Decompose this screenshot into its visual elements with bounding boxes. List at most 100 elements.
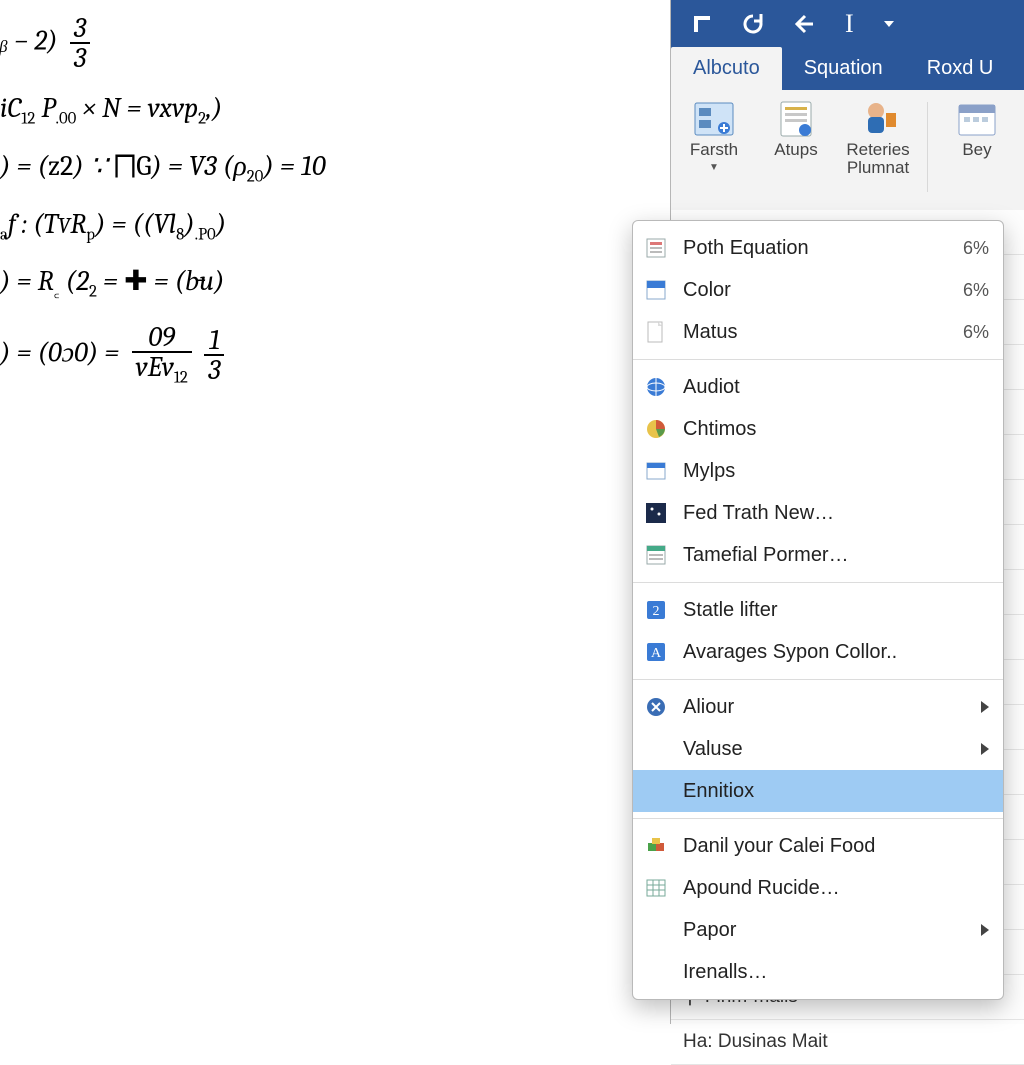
menu-label: Tamefial Pormer… <box>683 544 989 567</box>
equation-line: iC12 P.00 × N = vxvp2,) <box>0 92 326 130</box>
pin-icon[interactable] <box>691 13 713 35</box>
menu-label: Audiot <box>683 376 989 399</box>
quick-access-toolbar: I <box>671 0 1024 48</box>
group-separator <box>927 102 928 192</box>
menu-item-matus[interactable]: Matus 6% <box>633 311 1003 353</box>
menu-item-mylps[interactable]: Mylps <box>633 450 1003 492</box>
menu-label: Fed Trath New… <box>683 502 989 525</box>
blank-icon <box>643 736 669 762</box>
menu-item-valuse[interactable]: Valuse <box>633 728 1003 770</box>
menu-item-chtimos[interactable]: Chtimos <box>633 408 1003 450</box>
ribbon-label: Bey <box>962 140 991 160</box>
menu-label: Danil your Calei Food <box>683 835 989 858</box>
menu-item-avarages-sypon[interactable]: A Avarages Sypon Collor.. <box>633 631 1003 673</box>
menu-label: Aliour <box>683 696 967 719</box>
menu-item-color[interactable]: Color 6% <box>633 269 1003 311</box>
ribbon-sublabel: Plumnat <box>847 158 909 178</box>
menu-item-audiot[interactable]: Audiot <box>633 366 1003 408</box>
tab-squation[interactable]: Squation <box>782 47 905 90</box>
menu-label: Poth Equation <box>683 237 949 260</box>
tab-albcuto[interactable]: Albcuto <box>671 47 782 90</box>
menu-item-fed-trath-new[interactable]: Fed Trath New… <box>633 492 1003 534</box>
submenu-arrow-icon <box>981 701 989 713</box>
svg-text:2: 2 <box>653 604 660 619</box>
context-menu: Poth Equation 6% Color 6% Matus 6% Audio… <box>632 220 1004 1000</box>
ribbon-btn-bey[interactable]: Bey <box>940 98 1014 160</box>
equation-line: ᵦ − 2) 33 <box>0 14 326 72</box>
gallery-icon <box>690 98 738 140</box>
equation-block: ᵦ − 2) 33 iC12 P.00 × N = vxvp2,) ) = (z… <box>0 0 326 407</box>
menu-aux: 6% <box>963 322 989 343</box>
ribbon-tabs: Albcuto Squation Roxd U <box>671 48 1024 90</box>
ribbon-btn-reteries[interactable]: Reteries Plumnat <box>841 98 915 178</box>
menu-label: Avarages Sypon Collor.. <box>683 641 989 664</box>
blank-icon <box>643 778 669 804</box>
equation-line: ) = R꜀ (22 = ✚ = (b̵u) <box>0 265 326 303</box>
menu-label: Ennitiox <box>683 780 989 803</box>
menu-item-ennitiox[interactable]: Ennitiox <box>633 770 1003 812</box>
equation-line: af : (TVRp) = ((Vl8).P0) <box>0 208 326 246</box>
puzzle-icon <box>643 833 669 859</box>
equation-line: ) = (z2) ∵ ⨅G) = V3 (ρ20) = 10 <box>0 150 326 188</box>
menu-label: Irenalls… <box>683 961 989 984</box>
menu-item-irenalls[interactable]: Irenalls… <box>633 951 1003 993</box>
menu-item-poth-equation[interactable]: Poth Equation 6% <box>633 227 1003 269</box>
menu-label: Statle lifter <box>683 599 989 622</box>
ribbon-label: Atups <box>774 140 817 160</box>
menu-label: Mylps <box>683 460 989 483</box>
table-icon <box>643 875 669 901</box>
blank-icon <box>643 959 669 985</box>
svg-text:A: A <box>651 646 662 661</box>
chevron-down-icon: ▼ <box>709 162 719 173</box>
document-canvas[interactable]: ᵦ − 2) 33 iC12 P.00 × N = vxvp2,) ) = (z… <box>0 0 670 1024</box>
ribbon-btn-farsth[interactable]: Farsth ▼ <box>677 98 751 173</box>
menu-label: Apound Rucide… <box>683 877 989 900</box>
person-icon <box>854 98 902 140</box>
ribbon-label: Reteries <box>846 140 909 160</box>
page-icon <box>772 98 820 140</box>
submenu-arrow-icon <box>981 924 989 936</box>
calendar-icon <box>953 98 1001 140</box>
ribbon-groups: Farsth ▼ Atups Reteries Plumnat Bey <box>671 90 1024 219</box>
night-icon <box>643 500 669 526</box>
ribbon-label: Farsth <box>690 140 738 160</box>
gearX-icon <box>643 694 669 720</box>
back-icon[interactable] <box>793 12 817 36</box>
menu-item-danil[interactable]: Danil your Calei Food <box>633 825 1003 867</box>
doc-icon <box>643 319 669 345</box>
menu-item-tamefial-pormer[interactable]: Tamefial Pormer… <box>633 534 1003 576</box>
letterA-icon: A <box>643 639 669 665</box>
sheet-icon <box>643 235 669 261</box>
menu-aux: 6% <box>963 238 989 259</box>
menu-separator <box>633 818 1003 819</box>
menu-item-aliour[interactable]: Aliour <box>633 686 1003 728</box>
menu-separator <box>633 582 1003 583</box>
menu-item-apound-rucide[interactable]: Apound Rucide… <box>633 867 1003 909</box>
menu-label: Color <box>683 279 949 302</box>
color-icon <box>643 277 669 303</box>
menu-separator <box>633 679 1003 680</box>
window-icon <box>643 458 669 484</box>
blank-icon <box>643 917 669 943</box>
refresh-icon[interactable] <box>741 12 765 36</box>
cursor-icon[interactable]: I <box>845 9 854 39</box>
panel-row[interactable]: Ha: Dusinas Mait <box>671 1020 1024 1065</box>
menu-label: Matus <box>683 321 949 344</box>
num2-icon: 2 <box>643 597 669 623</box>
menu-separator <box>633 359 1003 360</box>
ribbon: I Albcuto Squation Roxd U Farsth ▼ Atups… <box>670 0 1024 210</box>
list-icon <box>643 542 669 568</box>
menu-item-statle-lifter[interactable]: 2 Statle lifter <box>633 589 1003 631</box>
menu-aux: 6% <box>963 280 989 301</box>
ribbon-btn-atups[interactable]: Atups <box>759 98 833 160</box>
menu-item-papor[interactable]: Papor <box>633 909 1003 951</box>
submenu-arrow-icon <box>981 743 989 755</box>
dropdown-icon[interactable] <box>882 17 896 31</box>
globe-icon <box>643 374 669 400</box>
menu-label: Papor <box>683 919 967 942</box>
equation-line: ) = (0ɔ0) = 09vEv12 13 <box>0 323 326 387</box>
menu-label: Valuse <box>683 738 967 761</box>
tab-roxd[interactable]: Roxd U <box>905 47 1016 90</box>
menu-label: Chtimos <box>683 418 989 441</box>
pie-icon <box>643 416 669 442</box>
